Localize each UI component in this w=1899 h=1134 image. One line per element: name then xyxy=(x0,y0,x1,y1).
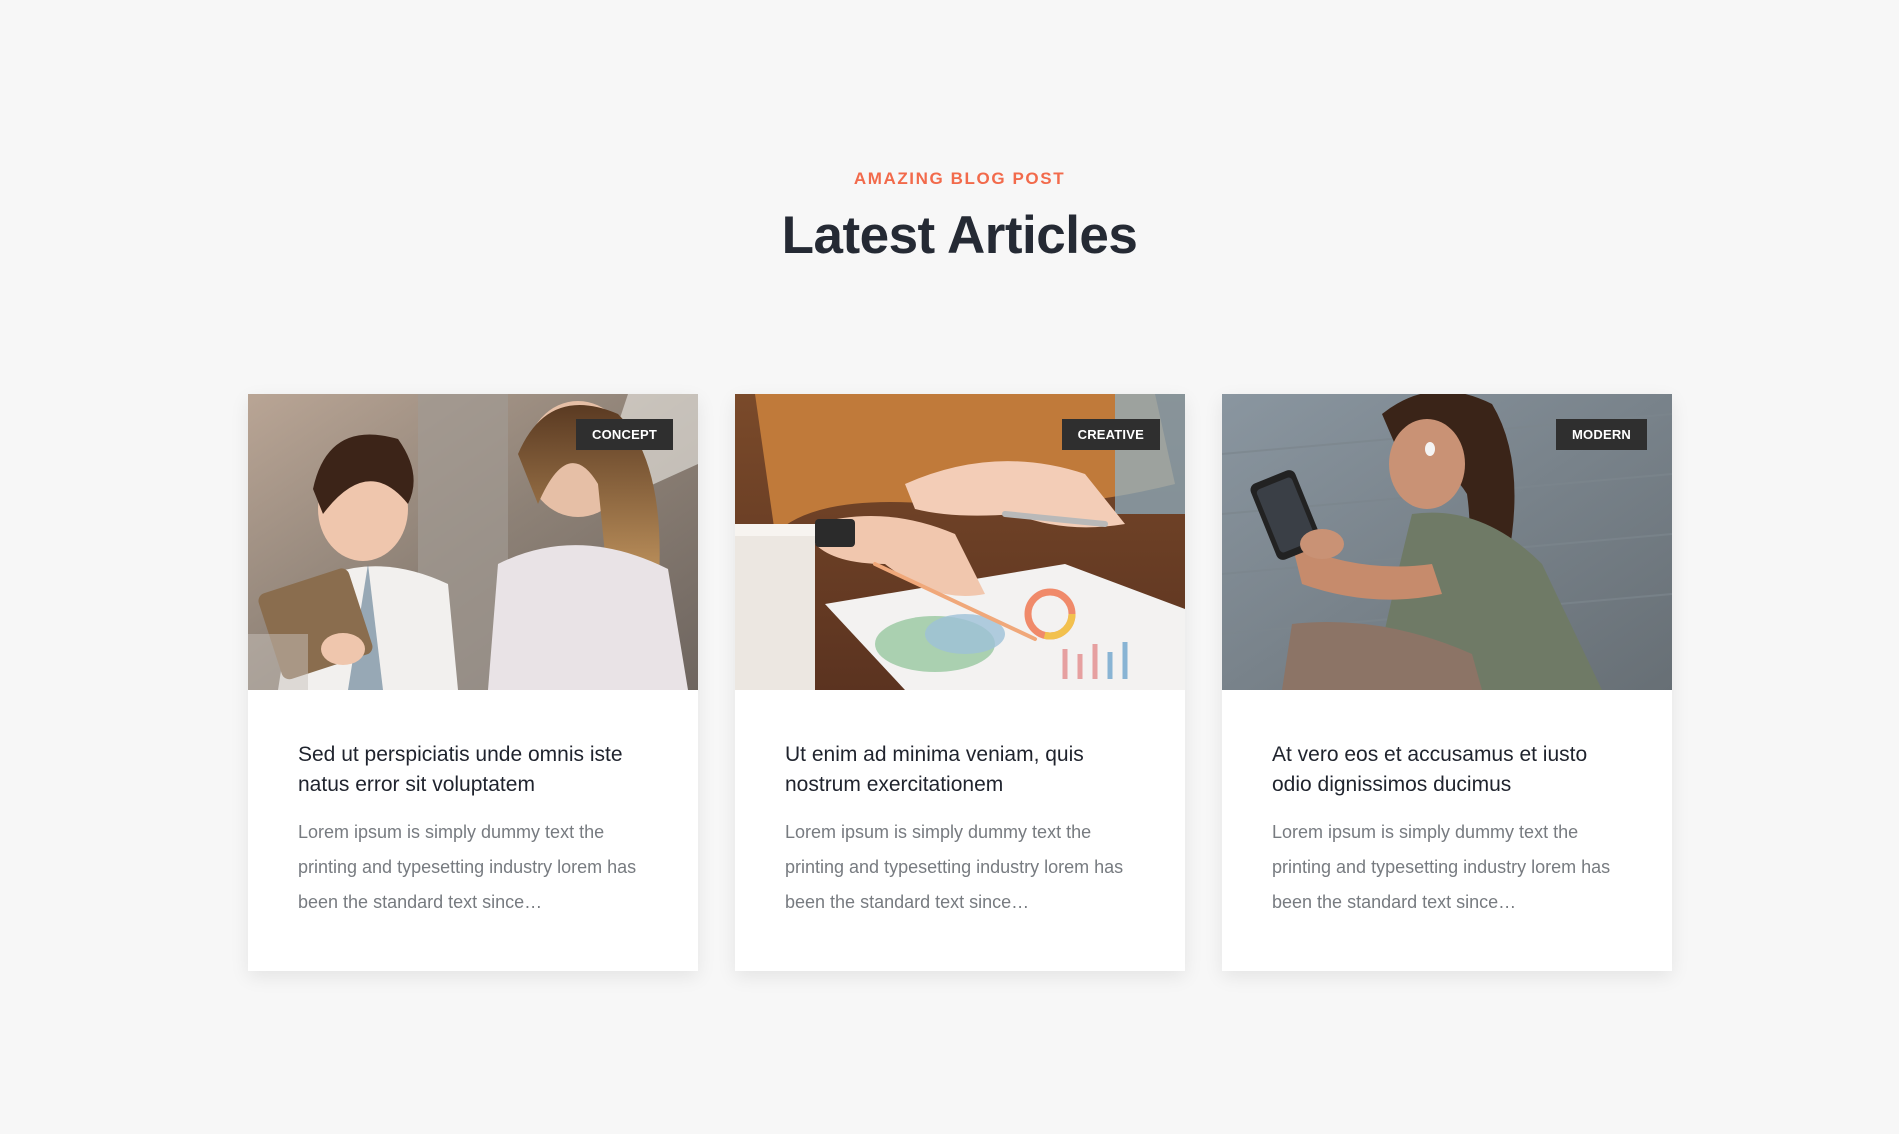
section-heading: Latest Articles xyxy=(781,206,1138,265)
article-title[interactable]: At vero eos et accusamus et iusto odio d… xyxy=(1272,740,1622,800)
category-badge[interactable]: CONCEPT xyxy=(576,419,673,450)
latest-articles-section: AMAZING BLOG POST Latest Articles CONCEP… xyxy=(0,0,1899,1134)
article-title[interactable]: Ut enim ad minima veniam, quis nostrum e… xyxy=(785,740,1135,800)
section-eyebrow: AMAZING BLOG POST xyxy=(853,169,1066,188)
article-card[interactable]: CREATIVE Ut enim ad minima veniam, quis … xyxy=(735,394,1185,971)
article-image[interactable]: MODERN xyxy=(1222,394,1672,690)
article-title[interactable]: Sed ut perspiciatis unde omnis iste natu… xyxy=(298,740,648,800)
article-card[interactable]: CONCEPT Sed ut perspiciatis unde omnis i… xyxy=(248,394,698,971)
article-excerpt: Lorem ipsum is simply dummy text the pri… xyxy=(298,822,637,912)
article-excerpt: Lorem ipsum is simply dummy text the pri… xyxy=(785,822,1124,912)
article-image[interactable]: CREATIVE xyxy=(735,394,1185,690)
category-badge[interactable]: CREATIVE xyxy=(1061,419,1160,450)
article-card[interactable]: MODERN At vero eos et accusamus et iusto… xyxy=(1222,394,1672,971)
article-excerpt: Lorem ipsum is simply dummy text the pri… xyxy=(1272,822,1611,912)
category-badge[interactable]: MODERN xyxy=(1556,419,1647,450)
article-cards: CONCEPT Sed ut perspiciatis unde omnis i… xyxy=(248,394,1672,971)
article-image[interactable]: CONCEPT xyxy=(248,394,698,690)
